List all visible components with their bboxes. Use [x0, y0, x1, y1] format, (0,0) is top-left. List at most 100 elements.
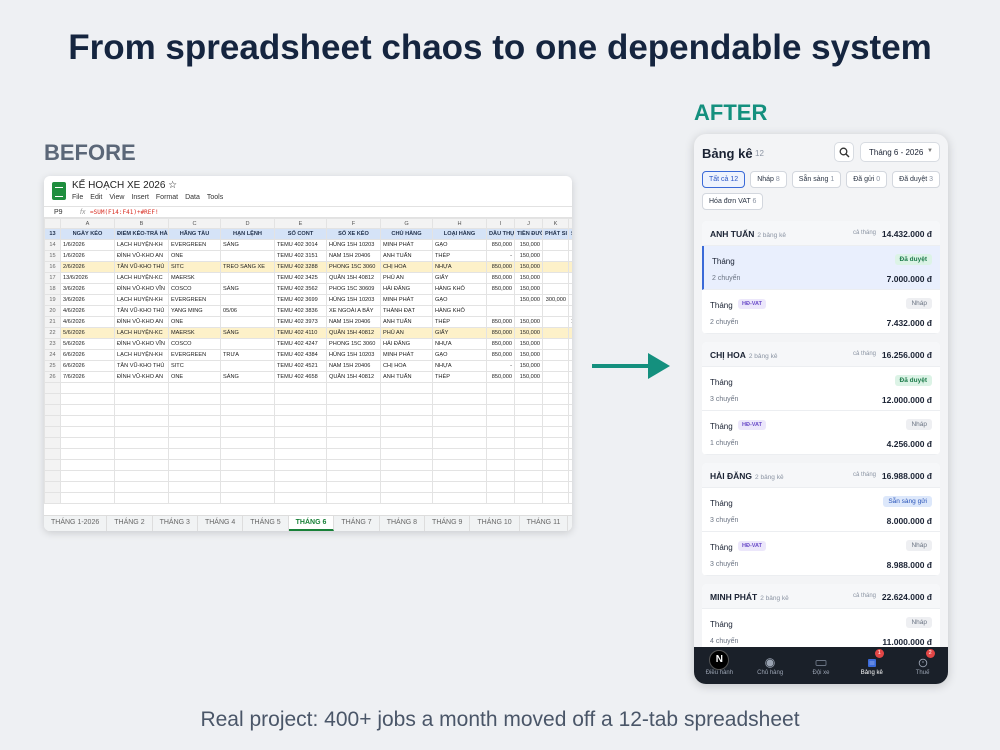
cell[interactable] — [568, 371, 572, 383]
column-letter[interactable]: A — [60, 218, 115, 229]
cell[interactable] — [114, 382, 169, 394]
cell[interactable] — [60, 426, 115, 438]
group-header[interactable]: CHỊ HOA 2 bảng kê cả tháng 16.256.000 đ — [702, 342, 940, 367]
cell[interactable]: HẢI ĐĂNG — [380, 338, 433, 350]
cell[interactable]: GẠO — [432, 349, 487, 361]
cell[interactable] — [326, 393, 381, 405]
cell[interactable] — [568, 283, 572, 295]
cell[interactable] — [542, 283, 569, 295]
cell[interactable] — [432, 382, 487, 394]
header-cell[interactable]: CHỦ HÀNG — [380, 228, 433, 240]
cell[interactable] — [274, 448, 327, 460]
nav-item[interactable]: Chủ hàng — [745, 647, 796, 684]
row-number[interactable]: 18 — [44, 283, 61, 295]
cell[interactable] — [274, 459, 327, 471]
row-number[interactable]: 14 — [44, 239, 61, 251]
search-button[interactable] — [834, 142, 854, 162]
cell[interactable] — [326, 481, 381, 493]
cell[interactable]: TÂN VŨ-KHO THỦ — [114, 261, 169, 273]
cell[interactable]: 850,000 — [486, 316, 515, 328]
cell[interactable]: YANG MING — [168, 305, 221, 317]
cell[interactable] — [168, 426, 221, 438]
cell[interactable] — [568, 360, 572, 372]
cell[interactable] — [380, 481, 433, 493]
row-number[interactable]: 19 — [44, 294, 61, 306]
cell[interactable] — [486, 382, 515, 394]
cell[interactable]: ANH TUẤN — [380, 371, 433, 383]
cell[interactable] — [326, 459, 381, 471]
cell[interactable] — [542, 492, 569, 504]
cell[interactable]: SÁNG — [220, 371, 275, 383]
row-number[interactable]: 24 — [44, 349, 61, 361]
cell[interactable] — [568, 481, 572, 493]
cell[interactable] — [114, 404, 169, 416]
cell[interactable] — [326, 492, 381, 504]
cell[interactable] — [432, 404, 487, 416]
cell[interactable]: PHOG 15C 30609 — [326, 283, 381, 295]
cell[interactable] — [542, 448, 569, 460]
sheet-tab[interactable]: THÁNG 10 — [470, 516, 520, 531]
cell[interactable]: 300,000 — [542, 294, 569, 306]
cell[interactable]: HÙNG 15H 10203 — [326, 349, 381, 361]
cell[interactable]: MINH PHÁT — [380, 349, 433, 361]
group-header[interactable]: HẢI ĐĂNG 2 bảng kê cả tháng 16.988.000 đ — [702, 463, 940, 488]
sheet-tab[interactable]: THÁNG 2 — [107, 516, 153, 531]
cell[interactable]: PHONG 15C 3060 — [326, 338, 381, 350]
cell[interactable] — [220, 426, 275, 438]
cell[interactable] — [220, 404, 275, 416]
cell[interactable] — [568, 239, 572, 251]
cell[interactable] — [542, 349, 569, 361]
column-letter[interactable]: D — [220, 218, 275, 229]
sheet-tab[interactable]: T — [568, 516, 572, 531]
cell[interactable]: ONE — [168, 316, 221, 328]
menu-view[interactable]: View — [109, 194, 124, 201]
cell[interactable]: 4/6/2026 — [60, 316, 115, 328]
cell[interactable] — [220, 338, 275, 350]
cell[interactable]: LẠCH HUYỆN-KH — [114, 349, 169, 361]
cell[interactable] — [168, 459, 221, 471]
column-letter[interactable]: K — [542, 218, 569, 229]
cell[interactable]: ONE — [168, 250, 221, 262]
cell[interactable]: 150,000 — [514, 239, 543, 251]
cell[interactable]: 850,000 — [486, 239, 515, 251]
cell[interactable]: TEMU 402 4658 — [274, 371, 327, 383]
cell[interactable]: 5/6/2026 — [60, 338, 115, 350]
cell[interactable] — [514, 470, 543, 482]
cell[interactable]: THÀNH ĐẠT — [380, 305, 433, 317]
cell[interactable]: 850,000 — [486, 272, 515, 284]
column-letter[interactable]: B — [114, 218, 169, 229]
cell[interactable]: NAM 15H 20406 — [326, 250, 381, 262]
cell[interactable] — [380, 415, 433, 427]
cell[interactable] — [568, 415, 572, 427]
header-cell[interactable]: S — [568, 228, 572, 240]
cell[interactable] — [486, 481, 515, 493]
cell[interactable] — [542, 327, 569, 339]
cell[interactable]: SÁNG — [220, 239, 275, 251]
cell[interactable] — [568, 261, 572, 273]
cell[interactable] — [568, 459, 572, 471]
cell[interactable]: NAM 15H 20406 — [326, 360, 381, 372]
cell[interactable] — [326, 382, 381, 394]
cell[interactable] — [220, 437, 275, 449]
cell[interactable] — [514, 437, 543, 449]
row-number[interactable]: 20 — [44, 305, 61, 317]
column-letter[interactable]: E — [274, 218, 327, 229]
sheet-tab[interactable]: THÁNG 1-2026 — [44, 516, 108, 531]
sheet-tab[interactable]: THÁNG 9 — [425, 516, 471, 531]
header-cell[interactable]: NGÀY KÉO — [60, 228, 115, 240]
header-cell[interactable]: LOẠI HÀNG — [432, 228, 487, 240]
cell[interactable]: 850,000 — [486, 261, 515, 273]
cell[interactable] — [486, 426, 515, 438]
cell[interactable] — [486, 437, 515, 449]
cell[interactable]: HÙNG 15H 10203 — [326, 294, 381, 306]
cell[interactable] — [542, 393, 569, 405]
month-select[interactable]: Tháng 6 - 2026 ▼ — [860, 142, 940, 162]
cell[interactable]: TEMU 402 3973 — [274, 316, 327, 328]
cell[interactable]: LẠCH HUYỆN-KH — [114, 239, 169, 251]
cell[interactable] — [326, 448, 381, 460]
cell[interactable] — [486, 459, 515, 471]
cell[interactable]: GẠO — [432, 239, 487, 251]
cell[interactable] — [60, 459, 115, 471]
header-cell[interactable]: ĐIỂM KÉO-TRẢ HÀ — [114, 228, 169, 240]
cell[interactable] — [432, 459, 487, 471]
